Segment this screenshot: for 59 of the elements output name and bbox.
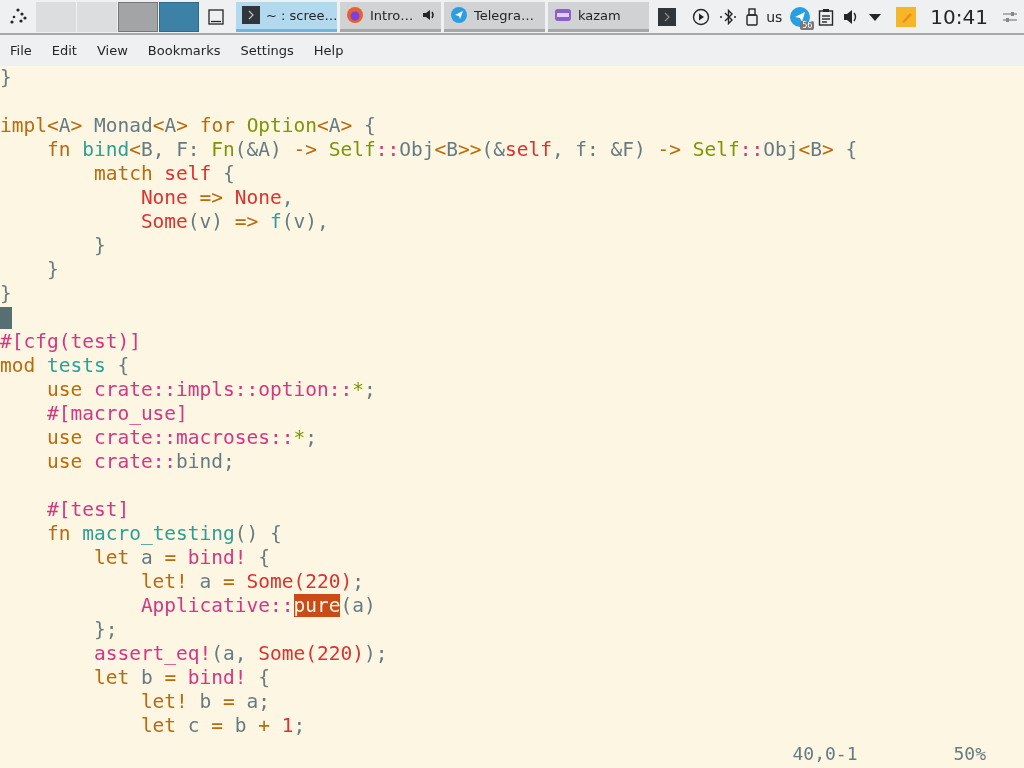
code-line: use crate::macroses::*; (45, 426, 317, 450)
speaker-icon (421, 8, 435, 22)
code-line: } (0, 282, 12, 306)
code-line: match self { (92, 162, 235, 186)
code-line: let b = bind! { (92, 666, 271, 690)
code-line: use crate::bind; (45, 450, 235, 474)
usb-drive-icon[interactable] (746, 7, 759, 26)
menu-item[interactable]: Edit (43, 43, 85, 58)
code-line: let! b = a; (139, 690, 271, 714)
menu-item[interactable]: Bookmarks (139, 43, 229, 58)
desktop-tile[interactable] (159, 1, 199, 32)
menu-item[interactable]: Settings (232, 43, 302, 58)
code-line: impl<A> Monad<A> for Option<A> { (0, 114, 376, 138)
code-line: } (92, 234, 106, 258)
scroll-percentage: 50% (953, 742, 986, 764)
menu-item[interactable]: View (88, 43, 136, 58)
code-line: let a = bind! { (92, 546, 271, 570)
clipboard-icon[interactable] (818, 7, 835, 26)
terminal-icon (242, 6, 260, 24)
code-line: #[macro_use] (45, 402, 188, 426)
code-line: let! a = Some(220); (139, 570, 364, 594)
task-button[interactable]: Telegra… (444, 1, 545, 32)
desktop-tile[interactable] (77, 1, 117, 32)
code-line: Applicative::pure(a) (139, 594, 376, 618)
code-line: fn bind<B, F: Fn(&A) -> Self::Obj<B>>(&self, f: &F) -> Self::Obj<B> { (45, 138, 858, 162)
terminal-icon[interactable] (658, 7, 677, 26)
menu-item[interactable]: Help (305, 43, 352, 58)
code-line: use crate::impls::option::*; (45, 378, 376, 402)
code-line: mod tests { (0, 354, 130, 378)
code-line: Some(v) => f(v), (139, 210, 329, 234)
browser-icon (346, 6, 364, 24)
code-line: #[test] (45, 498, 130, 522)
paper-plane-icon (450, 6, 468, 24)
text-cursor (0, 307, 12, 329)
show-desktop-icon[interactable] (208, 8, 224, 25)
cursor-position: 40,0-1 (792, 742, 858, 764)
code-line: }; (92, 618, 118, 642)
code-line: None => None, (139, 186, 294, 210)
dropdown-arrow-icon[interactable] (868, 11, 883, 22)
sliders-icon[interactable] (1002, 9, 1018, 24)
code-line: assert_eq!(a, Some(220)); (92, 642, 388, 666)
recorder-icon (554, 6, 572, 24)
code-line: } (0, 66, 12, 90)
desktop-tile[interactable] (118, 1, 158, 32)
desktop-tile[interactable] (36, 1, 76, 32)
play-icon[interactable] (692, 7, 711, 26)
paper-plane-icon[interactable] (790, 6, 811, 27)
bluetooth-icon[interactable] (718, 7, 739, 26)
code-line: fn macro_testing() { (45, 522, 282, 546)
task-button[interactable]: ~ : scree… (236, 1, 337, 32)
menu-item[interactable]: File (2, 43, 40, 58)
task-button[interactable]: kazam (548, 1, 649, 32)
code-line: let c = b + 1; (139, 714, 306, 738)
code-line: } (45, 258, 59, 282)
notification-count: 56 (800, 20, 815, 30)
keyboard-layout-label[interactable]: us (766, 8, 783, 25)
code-line: #[cfg(test)] (0, 330, 141, 354)
clock[interactable]: 10:41 (930, 4, 988, 29)
task-button[interactable]: Intro… (340, 1, 441, 32)
